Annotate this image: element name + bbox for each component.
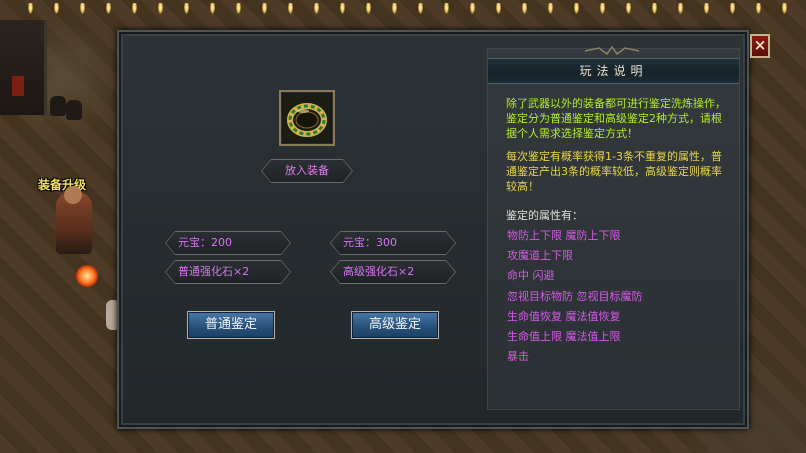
torch-light bbox=[158, 3, 163, 14]
torch-light bbox=[210, 3, 215, 14]
torch-light bbox=[132, 3, 137, 14]
torch-light bbox=[600, 3, 605, 14]
torch-light bbox=[106, 3, 111, 14]
torch-light bbox=[444, 3, 449, 14]
torch-light bbox=[652, 3, 657, 14]
attribute-line: 物防上下限 魔防上下限 bbox=[507, 229, 621, 242]
npc-head bbox=[64, 186, 82, 204]
torch-light bbox=[262, 3, 267, 14]
attribute-line: 生命值上限 魔法值上限 bbox=[507, 330, 621, 343]
blacksmith-building bbox=[0, 20, 47, 115]
torch-light bbox=[288, 3, 293, 14]
torch-light bbox=[548, 3, 553, 14]
torch-light bbox=[314, 3, 319, 14]
instructions-title: 玩法说明 bbox=[488, 58, 739, 84]
torch-light bbox=[730, 3, 735, 14]
torch-light bbox=[756, 3, 761, 14]
attribute-line: 忽视目标物防 忽视目标魔防 bbox=[507, 290, 643, 303]
torch-light bbox=[704, 3, 709, 14]
advanced-cost-yuanbao: 元宝：300 bbox=[330, 231, 456, 255]
normal-cost-stone-label: 普通强化石×2 bbox=[166, 261, 290, 283]
clay-pot bbox=[66, 100, 82, 120]
torch-light bbox=[236, 3, 241, 14]
torch-light bbox=[184, 3, 189, 14]
title-ornament-icon bbox=[585, 46, 639, 56]
attributes-title: 鉴定的属性有： bbox=[506, 209, 583, 222]
torch-light bbox=[392, 3, 397, 14]
advanced-cost-stone: 高级强化石×2 bbox=[330, 260, 456, 284]
torch-light bbox=[522, 3, 527, 14]
torch-light bbox=[626, 3, 631, 14]
torch-light bbox=[366, 3, 371, 14]
torch-light bbox=[496, 3, 501, 14]
attribute-line: 生命值恢复 魔法值恢复 bbox=[507, 310, 621, 323]
normal-cost-stone: 普通强化石×2 bbox=[165, 260, 291, 284]
torch-light bbox=[470, 3, 475, 14]
advanced-identify-button[interactable]: 高级鉴定 bbox=[351, 311, 439, 339]
fire-effect bbox=[76, 265, 98, 287]
torch-light bbox=[782, 3, 787, 14]
put-item-label: 放入装备 bbox=[262, 160, 352, 182]
torch-light bbox=[28, 3, 33, 14]
clay-pot bbox=[50, 96, 66, 116]
attribute-line: 攻魔道上下限 bbox=[507, 249, 573, 262]
advanced-cost-yuanbao-label: 元宝：300 bbox=[331, 232, 455, 254]
torch-light bbox=[418, 3, 423, 14]
advanced-cost-stone-label: 高级强化石×2 bbox=[331, 261, 455, 283]
jade-ring-icon bbox=[284, 95, 330, 141]
normal-cost-yuanbao: 元宝：200 bbox=[165, 231, 291, 255]
building-window bbox=[12, 76, 24, 96]
description-text-2: 每次鉴定有概率获得1-3条不重复的属性，普通鉴定产出3条的概率较低，高级鉴定则概… bbox=[506, 150, 722, 193]
put-item-button[interactable]: 放入装备 bbox=[261, 159, 353, 183]
torch-light bbox=[80, 3, 85, 14]
torch-light bbox=[678, 3, 683, 14]
normal-cost-yuanbao-label: 元宝：200 bbox=[166, 232, 290, 254]
attribute-line: 暴击 bbox=[507, 350, 529, 363]
normal-identify-button[interactable]: 普通鉴定 bbox=[187, 311, 275, 339]
equipment-slot[interactable] bbox=[279, 90, 335, 146]
torch-light bbox=[54, 3, 59, 14]
torch-light bbox=[340, 3, 345, 14]
description-text-1: 除了武器以外的装备都可进行鉴定洗炼操作，鉴定分为普通鉴定和高级鉴定2种方式，请根… bbox=[506, 97, 726, 140]
attribute-line: 命中 闪避 bbox=[507, 269, 555, 282]
torch-light bbox=[574, 3, 579, 14]
close-button[interactable]: × bbox=[750, 34, 770, 58]
